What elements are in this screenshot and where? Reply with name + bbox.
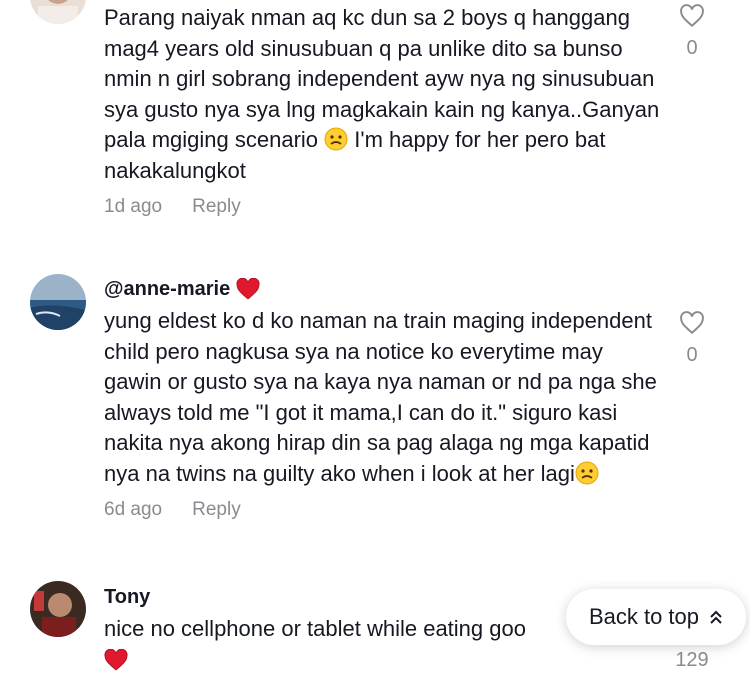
avatar-image [30,274,86,330]
comment-body: Tony nice no cellphone or tablet while e… [104,585,574,676]
comment-time: 1d ago [104,196,163,217]
comment-text-main: nice no cellphone or tablet while eating… [104,616,526,641]
comment-emoji-row [104,648,574,676]
comment-text-main: yung eldest ko d ko naman na train magin… [104,308,657,486]
comment-meta: 1d ago Reply [104,196,664,218]
comment-time: 6d ago [104,499,163,520]
comment-body: @anne-marie yung eldest ko d ko naman na… [104,277,664,521]
double-chevron-up-icon [710,610,722,624]
comment-body: Parang naiyak nman aq kc dun sa 2 boys q… [104,3,664,218]
back-to-top-button[interactable]: Back to top [566,589,746,645]
red-heart-icon [104,648,128,671]
back-to-top-label: Back to top [588,604,700,629]
like-button[interactable]: 0 [666,311,718,367]
red-heart-icon [236,278,260,300]
comment-text: yung eldest ko d ko naman na train magin… [104,306,664,489]
avatar[interactable] [30,274,86,330]
like-button[interactable]: 0 [666,4,718,60]
username-text: @anne-marie [104,278,231,300]
reply-button[interactable]: Reply [192,196,241,218]
avatar[interactable] [30,0,86,24]
heart-outline-icon [680,4,704,28]
like-count: 0 [686,344,698,366]
heart-outline-icon [680,311,704,335]
avatar-image [30,581,86,637]
avatar[interactable] [30,581,86,637]
reply-button[interactable]: Reply [192,499,241,521]
comment-username[interactable]: @anne-marie [104,277,664,301]
like-count: 129 [675,649,709,671]
username-text: Tony [104,586,151,608]
comment-text: Parang naiyak nman aq kc dun sa 2 boys q… [104,3,664,186]
avatar-image [30,0,86,24]
like-count: 0 [686,37,698,59]
comment-username[interactable]: Tony [104,585,574,609]
comment-text: nice no cellphone or tablet while eating… [104,614,566,645]
comment-meta: 6d ago Reply [104,499,664,521]
like-count-block[interactable]: 129 [662,649,722,672]
worried-face-icon [575,461,599,484]
worried-face-icon [324,127,348,151]
